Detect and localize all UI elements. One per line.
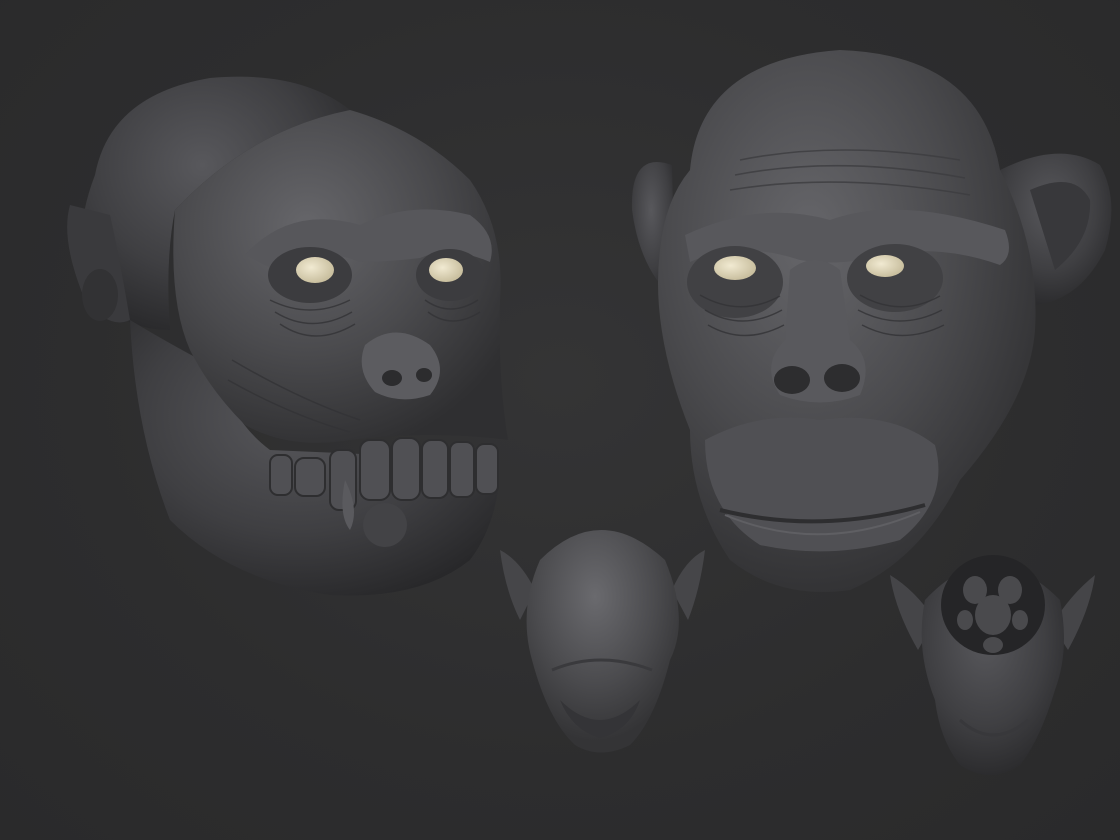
right-eye: [429, 258, 463, 282]
sculpt-viewport[interactable]: [0, 0, 1120, 840]
scene-canvas: [67, 50, 1112, 775]
chimp-head-top-model[interactable]: [500, 530, 705, 753]
chimp-skull-model[interactable]: [67, 76, 508, 596]
chimp-head-front-model[interactable]: [631, 50, 1112, 592]
left-eye: [296, 257, 334, 283]
chimp-head-cutaway-model[interactable]: [890, 555, 1095, 775]
right-eye: [866, 255, 904, 277]
left-eye: [714, 256, 756, 280]
